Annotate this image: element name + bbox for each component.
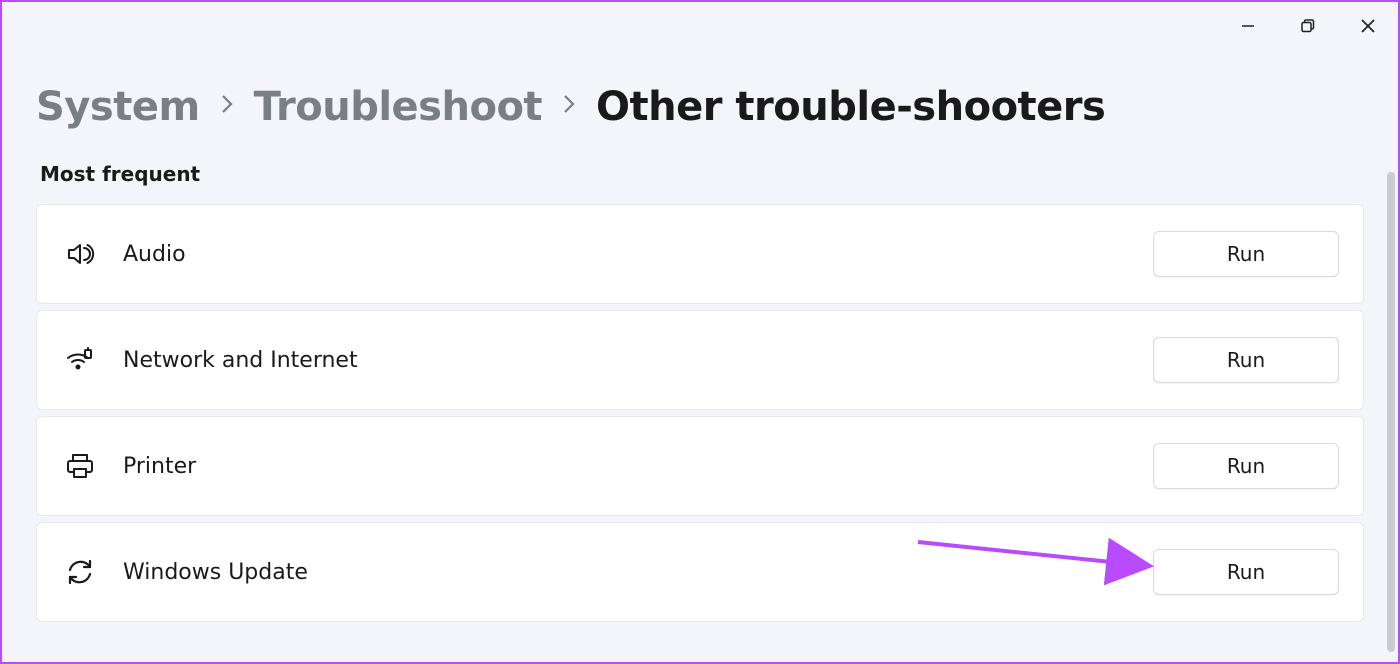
run-button-audio[interactable]: Run [1153,231,1339,277]
troubleshooter-list: Audio Run Network and Internet Run [36,204,1364,622]
troubleshooter-label: Windows Update [123,560,1153,585]
breadcrumb: System Troubleshoot Other trouble-shoote… [36,84,1364,130]
printer-icon [63,449,97,483]
run-button-windows-update[interactable]: Run [1153,549,1339,595]
breadcrumb-troubleshoot[interactable]: Troubleshoot [254,84,542,130]
section-heading-most-frequent: Most frequent [40,162,1364,186]
sync-icon [63,555,97,589]
troubleshooter-card-audio: Audio Run [36,204,1364,304]
window-controls [1218,2,1398,50]
troubleshooter-card-windows-update: Windows Update Run [36,522,1364,622]
troubleshooter-card-printer: Printer Run [36,416,1364,516]
run-button-printer[interactable]: Run [1153,443,1339,489]
wifi-icon [63,343,97,377]
close-button[interactable] [1338,2,1398,50]
speaker-icon [63,237,97,271]
minimize-button[interactable] [1218,2,1278,50]
chevron-right-icon [562,93,576,121]
troubleshooter-card-network: Network and Internet Run [36,310,1364,410]
scrollbar[interactable] [1387,172,1395,652]
run-button-network[interactable]: Run [1153,337,1339,383]
maximize-button[interactable] [1278,2,1338,50]
chevron-right-icon [220,93,234,121]
troubleshooter-label: Network and Internet [123,348,1153,373]
page-title: Other trouble-shooters [596,84,1105,130]
troubleshooter-label: Printer [123,454,1153,479]
troubleshooter-label: Audio [123,242,1153,267]
breadcrumb-system[interactable]: System [36,84,200,130]
